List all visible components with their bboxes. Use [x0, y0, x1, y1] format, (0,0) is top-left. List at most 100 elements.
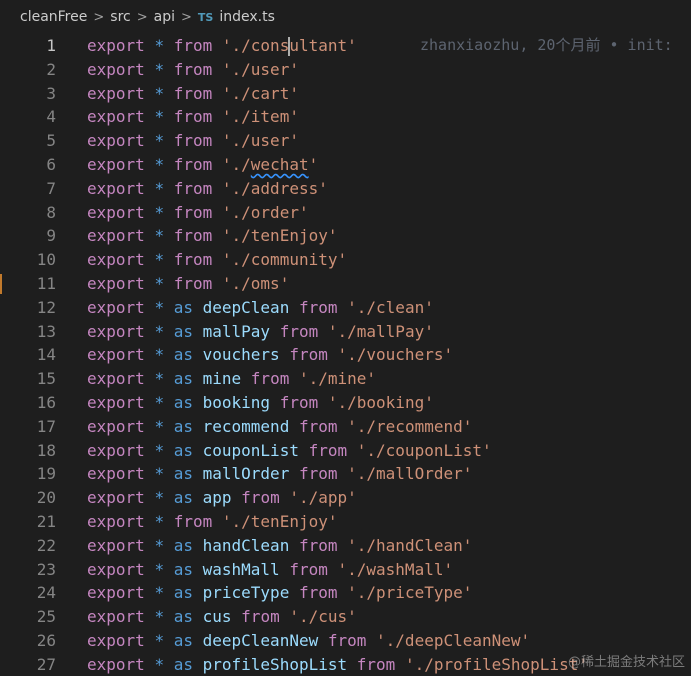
export-keyword: export: [87, 345, 145, 365]
star-operator: *: [154, 202, 165, 222]
code-text[interactable]: export * as profileShopList from './prof…: [87, 653, 588, 676]
code-line[interactable]: 11 export * from './oms': [0, 272, 691, 296]
export-keyword: export: [87, 654, 145, 674]
star-operator: *: [154, 107, 165, 127]
code-text[interactable]: export * as app from './app': [87, 486, 357, 510]
code-text[interactable]: export * as vouchers from './vouchers': [87, 343, 453, 367]
code-text[interactable]: export * from './user': [87, 58, 299, 82]
code-text[interactable]: export * as mallPay from './mallPay': [87, 320, 434, 344]
export-keyword: export: [87, 107, 145, 127]
code-line[interactable]: 16 export * as booking from './booking': [0, 391, 691, 415]
code-line[interactable]: 23 export * as washMall from './washMall': [0, 558, 691, 582]
code-text[interactable]: export * from './wechat': [87, 153, 318, 177]
export-keyword: export: [87, 178, 145, 198]
code-text[interactable]: export * as booking from './booking': [87, 391, 434, 415]
code-text[interactable]: export * from './item': [87, 105, 299, 129]
line-number: 11: [36, 274, 56, 293]
line-number: 9: [46, 226, 56, 246]
code-line[interactable]: 5 export * from './user': [0, 129, 691, 153]
code-text[interactable]: export * as recommend from './recommend': [87, 415, 472, 439]
code-line[interactable]: 15 export * as mine from './mine': [0, 367, 691, 391]
export-keyword: export: [87, 297, 145, 317]
code-editor[interactable]: 1 export * from './consultant' zhanxiaozhu…: [0, 34, 691, 676]
code-text[interactable]: export * from './tenEnjoy': [87, 224, 337, 248]
code-line[interactable]: 21 export * from './tenEnjoy': [0, 510, 691, 534]
module-path-string: './cart': [221, 83, 299, 103]
code-text[interactable]: export * as deepCleanNew from './deepCle…: [87, 629, 530, 653]
code-line[interactable]: 20 export * as app from './app': [0, 486, 691, 510]
code-line[interactable]: 4 export * from './item': [0, 105, 691, 129]
module-path-string: './couponList': [356, 440, 492, 460]
from-keyword: from: [250, 369, 290, 389]
from-keyword: from: [173, 250, 213, 270]
module-path-string: './washMall': [337, 559, 454, 579]
from-keyword: from: [356, 654, 396, 674]
export-keyword: export: [87, 155, 145, 174]
code-line[interactable]: 18 export * as couponList from './couponL…: [0, 439, 691, 463]
code-text[interactable]: export * from './cart': [87, 82, 299, 106]
line-number: 21: [36, 512, 56, 531]
code-line[interactable]: 25 export * as cus from './cus': [0, 605, 691, 629]
line-number: 17: [36, 416, 56, 436]
code-line[interactable]: 24 export * as priceType from './priceTyp…: [0, 581, 691, 605]
chevron-right-icon: >: [181, 9, 192, 25]
namespace-identifier: deepClean: [202, 297, 290, 317]
as-keyword: as: [173, 297, 193, 317]
code-text[interactable]: export * as mine from './mine': [87, 367, 376, 391]
code-text[interactable]: export * from './consultant': [87, 34, 357, 58]
export-keyword: export: [87, 131, 145, 151]
export-keyword: export: [87, 559, 145, 579]
code-line[interactable]: 17 export * as recommend from './recommen…: [0, 415, 691, 439]
code-line[interactable]: 13 export * as mallPay from './mallPay': [0, 320, 691, 344]
from-keyword: from: [173, 59, 213, 79]
code-text[interactable]: export * as deepClean from './clean': [87, 296, 434, 320]
code-text[interactable]: export * from './community': [87, 248, 347, 272]
breadcrumb-item-file[interactable]: index.ts: [219, 9, 275, 25]
text-cursor: [288, 37, 291, 56]
code-text[interactable]: export * as priceType from './priceType': [87, 581, 472, 605]
spelling-squiggle[interactable]: wechat: [251, 155, 309, 174]
code-line[interactable]: 3 export * from './cart': [0, 82, 691, 106]
code-text[interactable]: export * as mallOrder from './mallOrder': [87, 462, 472, 486]
code-text[interactable]: export * as washMall from './washMall': [87, 558, 453, 582]
code-line[interactable]: 14 export * as vouchers from './vouchers': [0, 343, 691, 367]
namespace-identifier: mine: [202, 369, 242, 389]
star-operator: *: [154, 654, 165, 674]
code-line[interactable]: 7 export * from './address': [0, 177, 691, 201]
code-line[interactable]: 2 export * from './user': [0, 58, 691, 82]
code-line[interactable]: 1 export * from './consultant' zhanxiaozhu…: [0, 34, 691, 58]
as-keyword: as: [173, 464, 193, 484]
module-path-string: './profileShopList': [404, 654, 588, 674]
export-keyword: export: [87, 36, 145, 55]
breadcrumb-item-api[interactable]: api: [154, 9, 175, 25]
as-keyword: as: [173, 393, 193, 412]
code-line[interactable]: 6 export * from './wechat': [0, 153, 691, 177]
export-keyword: export: [87, 607, 145, 627]
code-line[interactable]: 26 export * as deepCleanNew from './deepC…: [0, 629, 691, 653]
code-text[interactable]: export * as cus from './cus': [87, 605, 357, 629]
code-text[interactable]: export * from './address': [87, 177, 328, 201]
code-line[interactable]: 19 export * as mallOrder from './mallOrde…: [0, 462, 691, 486]
code-text[interactable]: export * from './oms': [87, 272, 289, 296]
code-line[interactable]: 22 export * as handClean from './handClea…: [0, 534, 691, 558]
module-path-string: './app': [289, 488, 357, 508]
namespace-identifier: handClean: [202, 535, 290, 555]
code-text[interactable]: export * as couponList from './couponLis…: [87, 439, 492, 463]
code-text[interactable]: export * from './order': [87, 201, 309, 225]
code-text[interactable]: export * from './user': [87, 129, 299, 153]
code-line[interactable]: 8 export * from './order': [0, 201, 691, 225]
from-keyword: from: [173, 202, 213, 222]
code-line[interactable]: 12 export * as deepClean from './clean': [0, 296, 691, 320]
breadcrumb-item-cleanfree[interactable]: cleanFree: [20, 9, 87, 25]
typescript-file-icon: TS: [197, 10, 214, 24]
module-path-string: './tenEnjoy': [221, 226, 338, 246]
code-line[interactable]: 9 export * from './tenEnjoy': [0, 224, 691, 248]
from-keyword: from: [308, 440, 348, 460]
export-keyword: export: [87, 583, 145, 603]
code-text[interactable]: export * from './tenEnjoy': [87, 510, 337, 534]
namespace-identifier: app: [202, 488, 232, 508]
code-text[interactable]: export * as handClean from './handClean': [87, 534, 472, 558]
module-path-string: './item': [221, 107, 299, 127]
code-line[interactable]: 10 export * from './community': [0, 248, 691, 272]
breadcrumb-item-src[interactable]: src: [110, 9, 130, 25]
